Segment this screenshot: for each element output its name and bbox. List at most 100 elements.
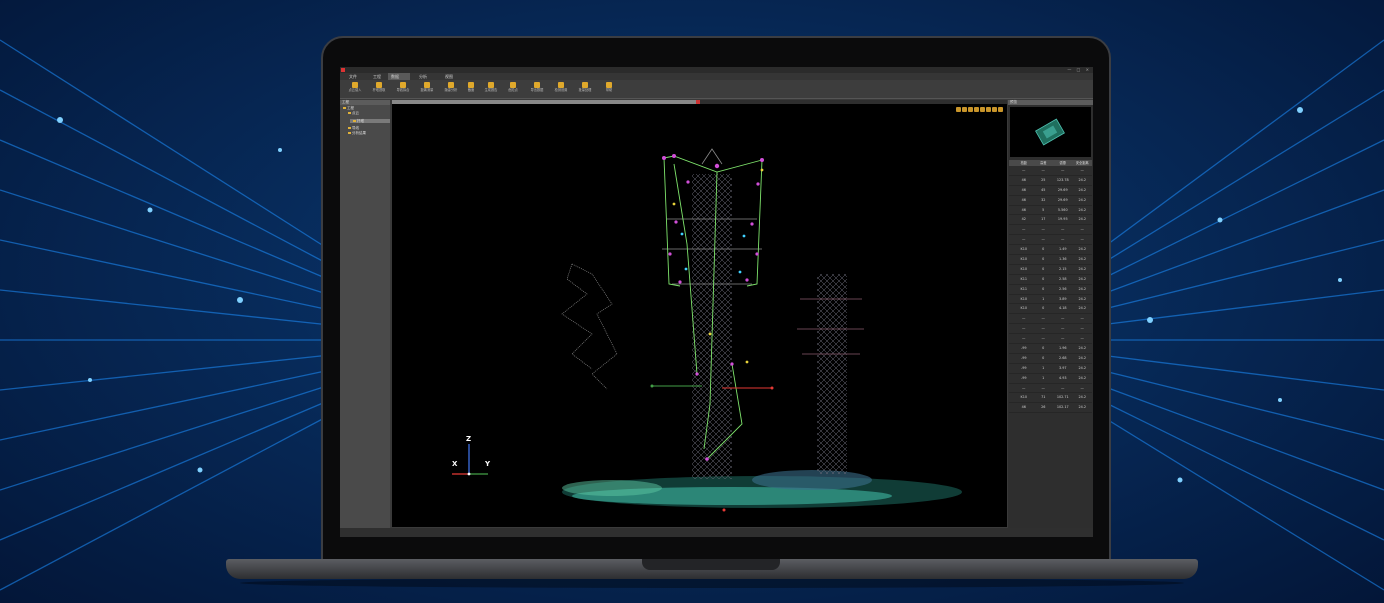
table-cell: 2.58: [1058, 276, 1067, 281]
table-cell: 71: [1041, 395, 1046, 400]
table-cell: 0: [1042, 257, 1045, 262]
project-tree-panel: 工程 工程 点云 杆塔 导线 分析结果: [340, 100, 390, 528]
table-row[interactable]: -99 0 1.96 24.2: [1009, 344, 1092, 354]
viewport-toolbar: [955, 107, 1003, 114]
table-cell: 0: [1042, 276, 1045, 281]
rotate-icon[interactable]: [980, 107, 985, 112]
table-row[interactable]: — — — —: [1009, 324, 1092, 335]
ground-points: [562, 470, 962, 508]
table-cell: 0: [1042, 346, 1045, 351]
table-cell: 4.18: [1058, 306, 1067, 311]
tool-danger-point[interactable]: 危险点: [500, 82, 526, 96]
pointcloud-3d-viewport[interactable]: Z X Y: [392, 104, 1007, 527]
table-cell: K10: [1020, 266, 1028, 271]
left-tower: [561, 263, 618, 390]
table-cell: -99: [1020, 375, 1027, 380]
origin-marker: [722, 508, 726, 512]
table-cell: 1: [1042, 365, 1045, 370]
table-cell: —: [1061, 336, 1065, 341]
table-cell: 26: [1041, 405, 1046, 410]
table-cell: —: [1080, 385, 1084, 390]
tool-extract-tower[interactable]: 杆塔提取: [366, 82, 392, 96]
table-row[interactable]: — — — —: [1009, 166, 1092, 176]
tool-measure[interactable]: 距离测量: [414, 82, 440, 96]
table-cell: —: [1061, 385, 1065, 390]
table-row[interactable]: 46 26 102.17 24.2: [1009, 403, 1092, 414]
table-cell: —: [1041, 326, 1045, 331]
table-row[interactable]: — — — —: [1009, 314, 1092, 325]
menu-item-project[interactable]: 工程: [370, 73, 384, 80]
table-cell: 3.89: [1058, 296, 1067, 301]
table-cell: 0: [1042, 306, 1045, 311]
laptop-shadow: [240, 578, 1184, 588]
tree-item-tower[interactable]: 杆塔: [353, 119, 364, 123]
table-row[interactable]: K10 0 4.18 24.2: [1009, 304, 1092, 315]
tool-help[interactable]: 帮助: [596, 82, 622, 96]
folder-icon: [348, 131, 351, 135]
table-cell: 24.2: [1078, 177, 1087, 182]
table-row[interactable]: — — — —: [1009, 334, 1092, 345]
table-row[interactable]: K10 71 102.71 24.2: [1009, 393, 1092, 404]
menu-item-view[interactable]: 视图: [442, 73, 456, 80]
menu-item-analysis[interactable]: 分析: [416, 73, 430, 80]
tree-item-project[interactable]: 工程: [343, 106, 354, 110]
table-row[interactable]: K10 0 1.36 24.2: [1009, 255, 1092, 265]
tool-fit-wire[interactable]: 导线拟合: [390, 82, 416, 96]
table-cell: —: [1061, 326, 1065, 331]
tool-batch[interactable]: 批量处理: [572, 82, 598, 96]
right-panel-header: 预览: [1008, 100, 1093, 105]
table-cell: —: [1022, 385, 1026, 390]
tree-item-pointcloud[interactable]: 点云: [348, 111, 359, 115]
table-cell: 102.71: [1056, 395, 1069, 400]
table-cell: 29.69: [1057, 197, 1068, 202]
table-cell: —: [1022, 237, 1026, 242]
table-cell: —: [1061, 316, 1065, 321]
minimap-preview[interactable]: [1010, 107, 1091, 157]
table-cell: —: [1022, 336, 1026, 341]
table-cell: 2.56: [1058, 286, 1067, 291]
table-row[interactable]: 42 17 19.95 24.2: [1009, 215, 1092, 226]
table-row[interactable]: -99 0 2.68 24.2: [1009, 354, 1092, 364]
menu-item-data[interactable]: 数据: [388, 73, 410, 80]
view-front-icon[interactable]: [956, 107, 961, 112]
pan-icon[interactable]: [986, 107, 991, 112]
right-tower: [797, 274, 864, 474]
view-top-icon[interactable]: [962, 107, 967, 112]
tree-item-results[interactable]: 分析结果: [348, 131, 366, 135]
color-icon[interactable]: [992, 107, 997, 112]
table-row[interactable]: K11 0 2.58 24.2: [1009, 275, 1092, 285]
folder-icon: [348, 111, 351, 115]
table-row[interactable]: — — — —: [1009, 235, 1092, 246]
table-row[interactable]: -99 1 4.93 24.2: [1009, 374, 1092, 384]
table-row[interactable]: K10 1 3.89 24.2: [1009, 295, 1092, 305]
table-cell: 24.2: [1078, 355, 1087, 360]
reset-view-icon[interactable]: [998, 107, 1003, 112]
table-row[interactable]: K11 0 2.56 24.2: [1009, 285, 1092, 295]
table-cell: 25: [1041, 177, 1046, 182]
view-side-icon[interactable]: [968, 107, 973, 112]
menu-item-file[interactable]: 文件: [346, 73, 360, 80]
table-row[interactable]: — — — —: [1009, 384, 1092, 394]
table-cell: 24.2: [1078, 257, 1087, 262]
tool-settings[interactable]: 检测设置: [548, 82, 574, 96]
table-cell: 5: [1042, 207, 1045, 212]
table-cell: 24.2: [1078, 197, 1087, 202]
table-row[interactable]: 46 45 29.69 24.2: [1009, 186, 1092, 196]
tool-load-pointcloud[interactable]: 点云载入: [342, 82, 368, 96]
table-cell: —: [1080, 227, 1084, 232]
table-row[interactable]: 46 32 29.69 24.2: [1009, 196, 1092, 206]
table-row[interactable]: K10 0 2.15 24.2: [1009, 265, 1092, 275]
table-cell: 24.2: [1078, 346, 1087, 351]
table-row[interactable]: -99 1 3.97 24.2: [1009, 364, 1092, 374]
table-row[interactable]: — — — —: [1009, 225, 1092, 236]
table-cell: 1.49: [1058, 247, 1067, 252]
table-cell: K10: [1020, 257, 1028, 262]
zoom-icon[interactable]: [974, 107, 979, 112]
table-row[interactable]: 46 25 123.78 24.2: [1009, 176, 1092, 186]
table-row[interactable]: K10 0 1.49 24.2: [1009, 245, 1092, 256]
table-cell: -99: [1020, 365, 1027, 370]
tree-item-wire[interactable]: 导线: [348, 126, 359, 130]
table-cell: 24.2: [1078, 247, 1087, 252]
tool-export[interactable]: 导出数据: [524, 82, 550, 96]
table-row[interactable]: 46 5 5.560 24.2: [1009, 206, 1092, 216]
